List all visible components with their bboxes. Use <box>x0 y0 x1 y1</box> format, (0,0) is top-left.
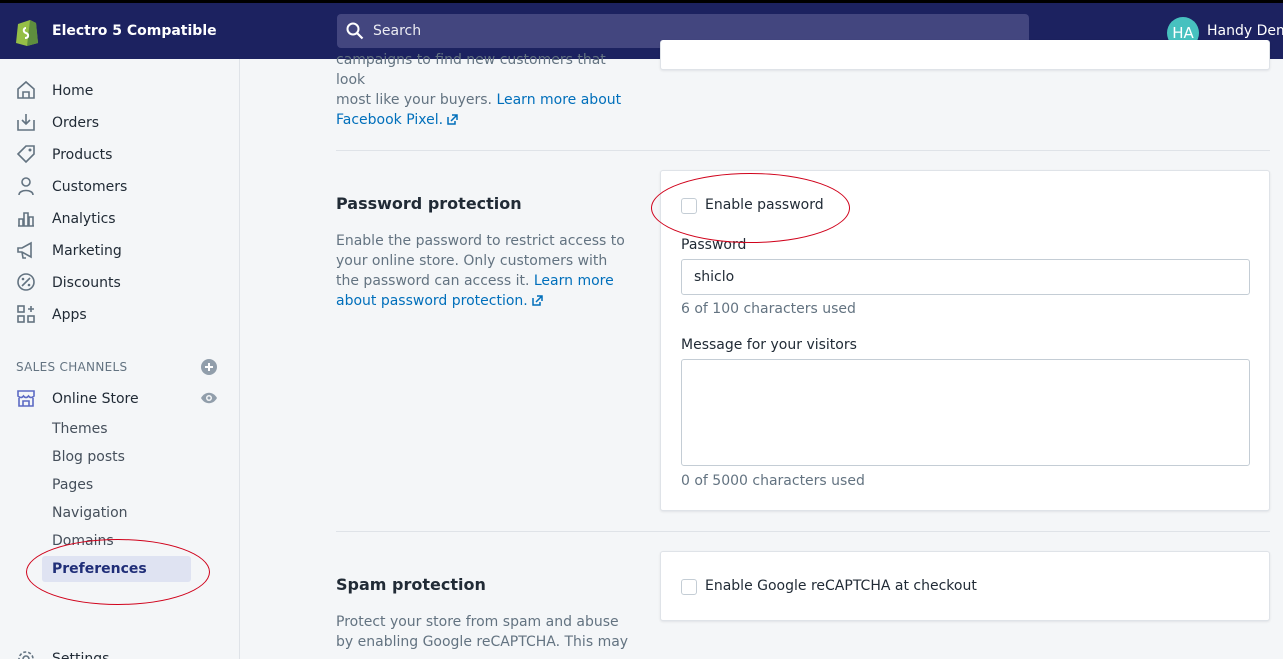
apps-icon <box>17 305 35 323</box>
sidebar-item-label: Orders <box>52 115 100 131</box>
sidebar-item-label: Home <box>52 83 94 99</box>
sidebar-item-analytics[interactable]: Analytics <box>0 203 239 235</box>
enable-password-label[interactable]: Enable password <box>705 197 824 213</box>
spam-card: Enable Google reCAPTCHA at checkout <box>660 551 1270 621</box>
sidebar-item-discounts[interactable]: Discounts <box>0 267 239 299</box>
facebook-pixel-link[interactable]: Learn more about <box>496 92 621 108</box>
facebook-pixel-description: campaigns to find new customers that loo… <box>336 50 626 130</box>
enable-recaptcha-label[interactable]: Enable Google reCAPTCHA at checkout <box>705 578 977 594</box>
facebook-desc-line: campaigns to find new customers that loo… <box>336 52 606 88</box>
visitor-message-textarea[interactable] <box>681 359 1250 466</box>
password-char-count: 6 of 100 characters used <box>681 301 856 317</box>
tag-icon <box>16 145 35 164</box>
spam-protection-heading: Spam protection <box>336 575 486 594</box>
sidebar-item-apps[interactable]: Apps <box>0 299 239 331</box>
sidebar-subitem-navigation[interactable]: Navigation <box>52 505 128 521</box>
external-link-icon <box>447 114 458 125</box>
password-card: Enable password Password shiclo 6 of 100… <box>660 170 1270 511</box>
sales-channels-title: SALES CHANNELS <box>16 360 128 374</box>
sidebar-item-label: Discounts <box>52 275 121 291</box>
sidebar: Home Orders Products Customers Analytics… <box>0 59 240 659</box>
sidebar-subitem-domains[interactable]: Domains <box>52 533 114 549</box>
discount-icon <box>17 273 35 291</box>
sidebar-subitem-preferences-label: Preferences <box>52 561 147 577</box>
enable-password-checkbox[interactable] <box>681 198 697 214</box>
search-icon <box>346 22 364 40</box>
spam-protection-description: Protect your store from spam and abuse b… <box>336 614 629 650</box>
sidebar-item-settings[interactable]: Settings <box>52 651 109 659</box>
bar-chart-icon <box>18 212 34 227</box>
password-protection-heading: Password protection <box>336 194 522 213</box>
person-icon <box>18 177 34 196</box>
facebook-pixel-card <box>660 40 1270 70</box>
sidebar-item-label: Online Store <box>52 391 139 407</box>
sidebar-subitem-blog-posts[interactable]: Blog posts <box>52 449 125 465</box>
sidebar-item-label: Marketing <box>52 243 122 259</box>
sidebar-subitem-themes[interactable]: Themes <box>52 421 108 437</box>
sidebar-item-orders[interactable]: Orders <box>0 107 239 139</box>
megaphone-icon <box>17 241 32 259</box>
sidebar-item-customers[interactable]: Customers <box>0 171 239 203</box>
password-protection-description: Enable the password to restrict access t… <box>336 231 626 311</box>
sidebar-item-label: Apps <box>52 307 87 323</box>
sidebar-item-home[interactable]: Home <box>0 75 239 107</box>
enable-recaptcha-checkbox[interactable] <box>681 579 697 595</box>
shopify-logo-icon[interactable] <box>14 16 40 46</box>
facebook-desc-line: most like your buyers. <box>336 92 497 108</box>
sidebar-item-marketing[interactable]: Marketing <box>0 235 239 267</box>
eye-icon[interactable] <box>200 391 218 405</box>
home-icon <box>17 80 35 99</box>
search-placeholder: Search <box>373 23 422 39</box>
sidebar-item-label: Customers <box>52 179 128 195</box>
store-name[interactable]: Electro 5 Compatible <box>52 23 217 39</box>
settings-icon <box>18 651 34 659</box>
orders-icon <box>17 114 35 131</box>
message-char-count: 0 of 5000 characters used <box>681 473 865 489</box>
store-icon <box>17 390 35 407</box>
add-channel-icon[interactable] <box>200 358 218 376</box>
sidebar-item-label: Analytics <box>52 211 116 227</box>
password-label: Password <box>681 237 747 253</box>
section-divider <box>336 150 1270 151</box>
user-name[interactable]: Handy Dem <box>1207 23 1283 39</box>
visitor-message-label: Message for your visitors <box>681 337 857 353</box>
sidebar-item-label: Products <box>52 147 113 163</box>
external-link-icon <box>531 295 543 306</box>
section-divider <box>336 531 1270 532</box>
facebook-pixel-link-cont[interactable]: Facebook Pixel. <box>336 112 443 128</box>
sidebar-item-products[interactable]: Products <box>0 139 239 171</box>
sidebar-subitem-pages[interactable]: Pages <box>52 477 93 493</box>
password-input[interactable]: shiclo <box>681 259 1250 295</box>
